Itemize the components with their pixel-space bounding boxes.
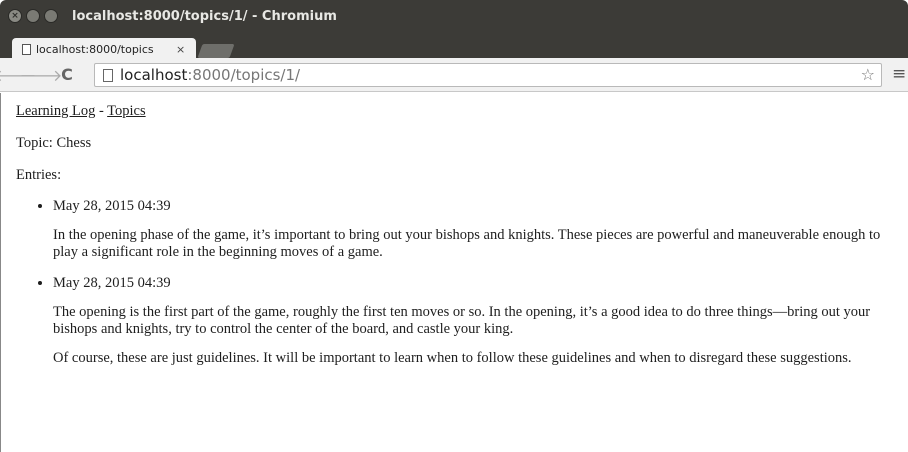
page-content: Learning Log - Topics Topic: Chess Entri…	[0, 93, 908, 452]
close-window-icon[interactable]: ×	[8, 9, 22, 23]
entry-text: Of course, these are just guidelines. It…	[53, 350, 852, 366]
tab-close-icon[interactable]: ×	[176, 43, 185, 56]
nav-separator: -	[95, 103, 108, 119]
tab-strip: localhost:8000/topics ×	[0, 32, 908, 60]
tab-topic[interactable]: localhost:8000/topics ×	[12, 38, 196, 60]
entry-text: In the opening phase of the game, it’s i…	[53, 227, 881, 260]
url-path: :8000/topics/1/	[187, 66, 301, 84]
toolbar: 🡐 🡒 C localhost:8000/topics/1/ ☆ ≡	[0, 58, 908, 92]
entry-date: May 28, 2015 04:39	[53, 275, 171, 291]
list-item: May 28, 2015 04:39 In the opening phase …	[53, 198, 908, 261]
topic-heading: Topic: Chess	[16, 135, 92, 151]
entries-label: Entries:	[16, 167, 62, 183]
reload-glyph: C	[61, 65, 73, 84]
menu-icon[interactable]: ≡	[892, 64, 906, 84]
page-icon	[103, 68, 113, 82]
window-title: localhost:8000/topics/1/ - Chromium	[72, 8, 337, 24]
reload-icon[interactable]: C	[56, 64, 78, 86]
entry-date: May 28, 2015 04:39	[53, 198, 171, 214]
window-controls: ×	[8, 9, 58, 23]
entries-list: May 28, 2015 04:39 In the opening phase …	[16, 198, 908, 367]
browser-window: × localhost:8000/topics/1/ - Chromium lo…	[0, 0, 908, 452]
topics-link[interactable]: Topics	[107, 103, 145, 119]
title-bar: × localhost:8000/topics/1/ - Chromium	[0, 0, 908, 32]
url-host: localhost	[120, 66, 188, 84]
entry-text: The opening is the first part of the gam…	[53, 304, 871, 337]
forward-arrow-icon[interactable]: 🡒	[20, 64, 63, 86]
bookmark-star-icon[interactable]: ☆	[861, 65, 875, 84]
maximize-window-icon[interactable]	[44, 9, 58, 23]
address-bar[interactable]: localhost:8000/topics/1/ ☆	[94, 63, 882, 87]
list-item: May 28, 2015 04:39 The opening is the fi…	[53, 275, 908, 367]
page-icon	[22, 43, 31, 55]
home-link[interactable]: Learning Log	[16, 103, 95, 119]
minimize-window-icon[interactable]	[26, 9, 40, 23]
tab-title: localhost:8000/topics	[36, 42, 154, 56]
site-nav: Learning Log - Topics	[16, 103, 908, 120]
new-tab-button[interactable]	[197, 44, 235, 58]
